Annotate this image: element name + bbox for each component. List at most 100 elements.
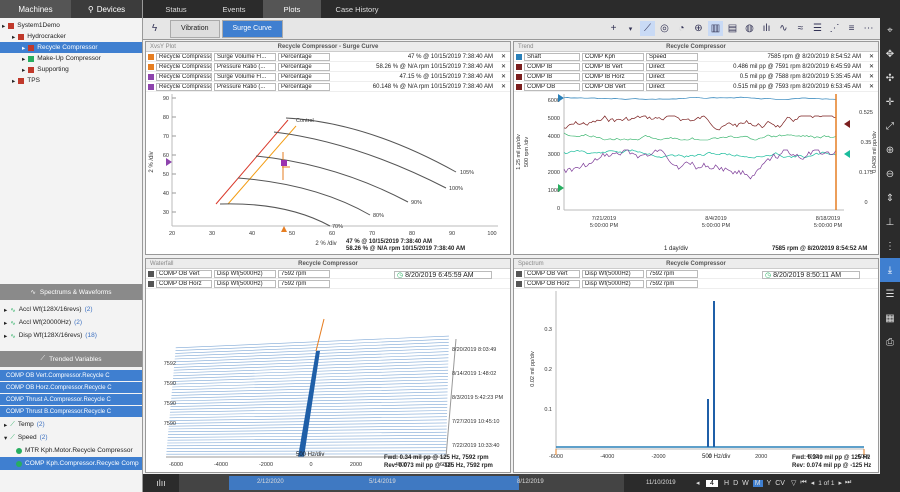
legend-row[interactable]: Recycle Compressor Pressure Ratio (... Per…: [146, 82, 510, 92]
legend-cell[interactable]: 7592 rpm: [646, 279, 698, 288]
zoom-out-icon[interactable]: ⊖: [880, 162, 900, 186]
trended-item[interactable]: COMP Thrust A.Compressor.Recycle C: [0, 394, 142, 405]
close-icon[interactable]: ✕: [865, 73, 878, 80]
first-icon[interactable]: ⏮: [800, 479, 806, 487]
timebase-plot-icon[interactable]: ≈: [793, 21, 808, 36]
tab-vibration[interactable]: Vibration: [170, 19, 220, 38]
close-icon[interactable]: ✕: [497, 63, 510, 70]
legend-cell[interactable]: COMP OB Vert: [156, 269, 212, 278]
last-icon[interactable]: ⏭: [845, 479, 851, 487]
legend-cell[interactable]: Recycle Compressor: [156, 52, 212, 61]
legend-cell[interactable]: Pressure Ratio (...: [214, 82, 276, 91]
legend-row[interactable]: Recycle Compressor Pressure Ratio (... Per…: [146, 62, 510, 72]
legend-cell[interactable]: Recycle Compressor: [156, 62, 212, 71]
trended-item[interactable]: COMP OB Horz.Compressor.Recycle C: [0, 382, 142, 393]
legend-row[interactable]: COMP OB COMP OB Vert Direct 0.515 mil pp @ …: [514, 82, 878, 92]
close-icon[interactable]: ✕: [865, 53, 878, 60]
trended-item[interactable]: COMP Thrust B.Compressor.Recycle C: [0, 406, 142, 417]
zoom-h-button[interactable]: H: [724, 480, 729, 487]
legend-cell[interactable]: 7592 rpm: [278, 279, 330, 288]
zoom-d-button[interactable]: D: [733, 480, 738, 487]
legend-cell[interactable]: Disp Wf(5000Hz): [214, 279, 276, 288]
spectrum-date-select[interactable]: ◷ 8/20/2019 8:50:11 AM: [762, 271, 860, 279]
tree-item[interactable]: ▸ Supporting: [0, 64, 142, 75]
spectrum-item[interactable]: ▸ ∿ Disp Wf(128X/16revs) (18): [0, 329, 142, 342]
tree-item[interactable]: ▸ System1Demo: [0, 20, 142, 31]
legend-row[interactable]: Recycle Compressor Surge Volume Fl... Perc…: [146, 52, 510, 62]
list-icon[interactable]: ☰: [880, 282, 900, 306]
tab-events[interactable]: Events: [205, 0, 263, 18]
legend-cell[interactable]: 7592 rpm: [278, 269, 330, 278]
legend-cell[interactable]: COMP OB Vert: [524, 269, 580, 278]
crosshair-icon[interactable]: ✛: [880, 90, 900, 114]
legend-row[interactable]: COMP IB COMP IB Horz Direct 0.5 mil pp @ 75…: [514, 72, 878, 82]
legend-cell[interactable]: Percentage: [278, 82, 330, 91]
markers-icon[interactable]: ⋮: [880, 234, 900, 258]
waterfall-date-select[interactable]: ◷ 8/20/2019 6:45:59 AM: [394, 271, 492, 279]
zoom-y-button[interactable]: Y: [767, 480, 772, 487]
spectrum-item[interactable]: ▸ ∿ Accl Wf(20000Hz) (2): [0, 316, 142, 329]
legend-cell[interactable]: Surge Volume Fl...: [214, 52, 276, 61]
add-icon[interactable]: +: [606, 21, 621, 36]
legend-row[interactable]: COMP OB Horz Disp Wf(5000Hz) 7592 rpm: [514, 279, 878, 289]
close-icon[interactable]: ✕: [865, 63, 878, 70]
legend-cell[interactable]: Shaft: [524, 52, 580, 61]
list-plot-icon[interactable]: ≡: [844, 21, 859, 36]
legend-cell[interactable]: COMP OB Vert: [582, 82, 644, 91]
legend-cell[interactable]: Percentage: [278, 62, 330, 71]
tab-machines[interactable]: Machines: [0, 0, 71, 18]
tab-case-history[interactable]: Case History: [321, 0, 393, 18]
tree-item[interactable]: ▸ TPS: [0, 75, 142, 86]
tab-devices[interactable]: ⚲ Devices: [71, 0, 142, 18]
legend-cell[interactable]: Direct: [646, 72, 698, 81]
legend-row[interactable]: Shaft COMP Kph Speed 7585 rpm @ 8/20/2019 8…: [514, 52, 878, 62]
axis-icon[interactable]: ⊥: [880, 210, 900, 234]
filter-icon[interactable]: ▽: [791, 479, 796, 487]
stack-icon[interactable]: ▦: [880, 306, 900, 330]
legend-row[interactable]: Recycle Compressor Surge Volume Fl... Perc…: [146, 72, 510, 82]
pan-icon[interactable]: ✥: [880, 42, 900, 66]
zoom-cv-button[interactable]: CV: [775, 480, 785, 487]
trended-item[interactable]: COMP OB Vert.Compressor.Recycle C: [0, 370, 142, 381]
legend-cell[interactable]: Speed: [646, 52, 698, 61]
speed-item[interactable]: COMP Kph.Compressor.Recycle Comp: [0, 457, 142, 470]
tree-item[interactable]: ▸ Recycle Compressor: [0, 42, 142, 53]
close-icon[interactable]: ✕: [497, 83, 510, 90]
print-icon[interactable]: ⎙: [880, 330, 900, 354]
legend-cell[interactable]: Surge Volume Fl...: [214, 72, 276, 81]
legend-cell[interactable]: COMP IB Horz: [582, 72, 644, 81]
timeline-track[interactable]: 2/12/2020 5/14/2019 8/12/2019: [179, 474, 624, 492]
fit-icon[interactable]: ⤢: [880, 114, 900, 138]
legend-cell[interactable]: Percentage: [278, 72, 330, 81]
legend-cell[interactable]: COMP IB: [524, 72, 580, 81]
shaft-plot-icon[interactable]: ⊕: [691, 21, 706, 36]
orbit-plot-icon[interactable]: ◍: [742, 21, 757, 36]
spectrums-header[interactable]: ∿ Spectrums & Waveforms: [0, 284, 142, 300]
nav-icon[interactable]: ◂: [696, 479, 706, 487]
legend-cell[interactable]: Disp Wf(5000Hz): [582, 279, 644, 288]
move-icon[interactable]: ✣: [880, 66, 900, 90]
legend-cell[interactable]: COMP OB Horz: [156, 279, 212, 288]
waveform-plot-icon[interactable]: ∿: [776, 21, 791, 36]
legend-cell[interactable]: Disp Wf(5000Hz): [582, 269, 644, 278]
legend-cell[interactable]: COMP OB Horz: [524, 279, 580, 288]
tree-item[interactable]: ▸ Make-Up Compressor: [0, 53, 142, 64]
legend-cell[interactable]: Direct: [646, 62, 698, 71]
xvy-plot-icon[interactable]: ⋰: [827, 21, 842, 36]
trend-plot-icon[interactable]: ⟋: [640, 21, 655, 36]
close-icon[interactable]: ✕: [497, 73, 510, 80]
download-icon[interactable]: ⤓: [880, 258, 900, 282]
count-box[interactable]: 4: [706, 479, 718, 487]
temp-group[interactable]: ▸ ⟋ Temp (2): [0, 418, 142, 431]
legend-cell[interactable]: Disp Wf(5000Hz): [214, 269, 276, 278]
legend-cell[interactable]: Recycle Compressor: [156, 72, 212, 81]
tab-surge-curve[interactable]: Surge Curve: [221, 19, 283, 38]
spectrum-item[interactable]: ▸ ∿ Accl Wf(128X/16revs) (2): [0, 303, 142, 316]
dropdown-icon[interactable]: ▾: [623, 21, 638, 36]
tree-item[interactable]: ▸ Hydrocracker: [0, 31, 142, 42]
bode-plot-icon[interactable]: ◔: [674, 21, 689, 36]
speed-item[interactable]: MTR Kph.Motor.Recycle Compressor: [0, 444, 142, 457]
tab-status[interactable]: Status: [147, 0, 205, 18]
trended-header[interactable]: ⟋ Trended Variables: [0, 351, 142, 367]
legend-cell[interactable]: COMP OB: [524, 82, 580, 91]
